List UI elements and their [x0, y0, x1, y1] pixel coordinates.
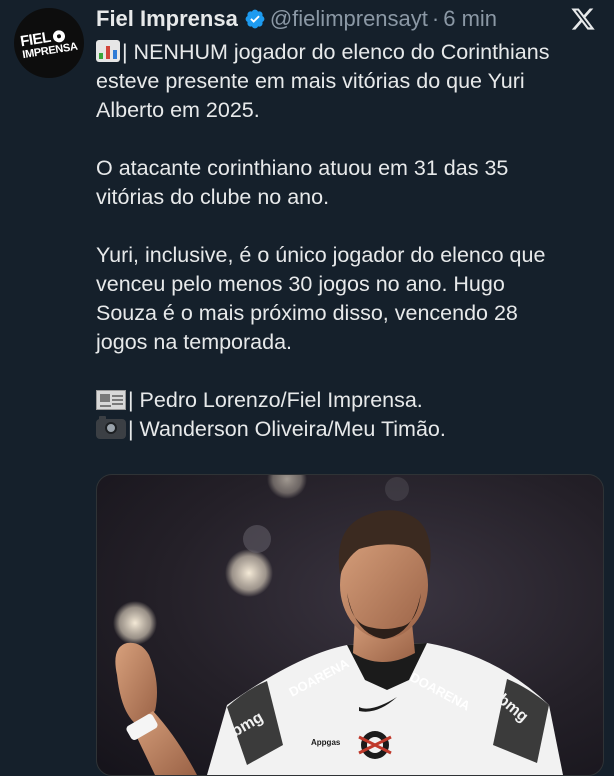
x-logo-icon[interactable] [570, 6, 596, 32]
credit-photo: | Wanderson Oliveira/Meu Timão. [128, 417, 446, 441]
credit-line-text: | Pedro Lorenzo/Fiel Imprensa. [96, 386, 608, 415]
sponsor-chest: Appgas [311, 738, 341, 747]
text-line: Souza é o mais próximo disso, vencendo 2… [96, 301, 518, 325]
bar-chart-emoji-icon [96, 40, 120, 62]
text-line: esteve presente em mais vitórias do que … [96, 69, 525, 93]
verified-badge-icon[interactable] [244, 8, 266, 30]
text-line: Alberto em 2025. [96, 98, 260, 122]
avatar-logo: FIEL IMPRENSA [19, 25, 78, 60]
tweet-paragraph: | NENHUM jogador do elenco do Corinthian… [96, 38, 608, 125]
account-handle[interactable]: @fielimprensayt [270, 6, 428, 32]
tweet-photo[interactable]: DOARENA DOARENA bmg bmg Appgas [96, 474, 604, 776]
tweet-text: | NENHUM jogador do elenco do Corinthian… [96, 38, 608, 444]
text-line: | NENHUM jogador do elenco do Corinthian… [96, 38, 608, 67]
bokeh-light [113, 601, 157, 645]
camera-emoji-icon [96, 416, 126, 439]
logo-ball-icon [51, 28, 66, 43]
credit-line-photo: | Wanderson Oliveira/Meu Timão. [96, 415, 608, 444]
newspaper-emoji-icon [96, 390, 126, 410]
tweet-paragraph: O atacante corinthiano atuou em 31 das 3… [96, 154, 608, 212]
bokeh-light [225, 549, 273, 597]
credit-text: | Pedro Lorenzo/Fiel Imprensa. [128, 388, 423, 412]
text-line: vitórias do clube no ano. [96, 185, 330, 209]
tweet-header: Fiel Imprensa @fielimprensayt · 6 min [96, 4, 554, 34]
avatar[interactable]: FIEL IMPRENSA [14, 8, 84, 78]
separator-dot: · [431, 6, 440, 31]
text-span: | NENHUM jogador do elenco do Corinthian… [122, 40, 550, 64]
bokeh-light [267, 475, 307, 499]
account-name[interactable]: Fiel Imprensa [96, 6, 238, 32]
text-line: O atacante corinthiano atuou em 31 das 3… [96, 156, 509, 180]
text-line: Yuri, inclusive, é o único jogador do el… [96, 243, 546, 267]
timestamp[interactable]: 6 min [443, 6, 497, 32]
text-line: venceu pelo menos 30 jogos no ano. Hugo [96, 272, 505, 296]
tweet-paragraph: Yuri, inclusive, é o único jogador do el… [96, 241, 608, 357]
bokeh-light [243, 525, 271, 553]
tweet[interactable]: FIEL IMPRENSA Fiel Imprensa @fielimprens… [0, 0, 614, 776]
tweet-credits: | Pedro Lorenzo/Fiel Imprensa. | Wanders… [96, 386, 608, 444]
text-line: jogos na temporada. [96, 330, 293, 354]
bokeh-light [385, 477, 409, 501]
